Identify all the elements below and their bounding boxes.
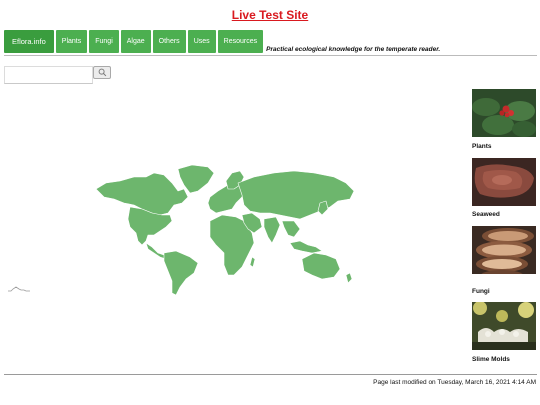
nav-item-resources[interactable]: Resources — [217, 30, 264, 53]
nav-item-fungi[interactable]: Fungi — [89, 30, 119, 53]
search-icon — [98, 68, 106, 77]
last-modified-text: Page last modified on Tuesday, March 16,… — [373, 379, 536, 386]
nav-brand-button[interactable]: Eflora.info — [4, 30, 54, 53]
search-button[interactable] — [93, 66, 111, 79]
nav-item-uses[interactable]: Uses — [187, 30, 216, 53]
search-input[interactable] — [4, 66, 93, 84]
sparkline-graphic — [8, 286, 30, 292]
nav-item-plants[interactable]: Plants — [55, 30, 88, 53]
sidebar-label-seaweed[interactable]: Seaweed — [472, 211, 500, 218]
sidebar-label-slime-molds[interactable]: Slime Molds — [472, 356, 510, 363]
nav-divider — [4, 55, 537, 56]
world-map-icon[interactable] — [94, 163, 360, 295]
slime-molds-thumbnail[interactable] — [472, 302, 536, 350]
site-tagline: Practical ecological knowledge for the t… — [266, 46, 441, 53]
fungi-photo — [472, 226, 536, 274]
sidebar-label-plants[interactable]: Plants — [472, 143, 492, 150]
sidebar-label-fungi[interactable]: Fungi — [472, 288, 490, 295]
plant-photo — [472, 89, 536, 137]
seaweed-thumbnail[interactable] — [472, 158, 536, 206]
footer-divider — [4, 374, 537, 375]
nav-item-others[interactable]: Others — [152, 30, 186, 53]
main-nav: Eflora.info Plants Fungi Algae Others Us… — [4, 30, 440, 53]
seaweed-photo — [472, 158, 536, 206]
site-title-link[interactable]: Live Test Site — [0, 8, 540, 22]
plants-thumbnail[interactable] — [472, 89, 536, 137]
nav-item-algae[interactable]: Algae — [120, 30, 151, 53]
slime-mold-photo — [472, 302, 536, 350]
fungi-thumbnail[interactable] — [472, 226, 536, 274]
